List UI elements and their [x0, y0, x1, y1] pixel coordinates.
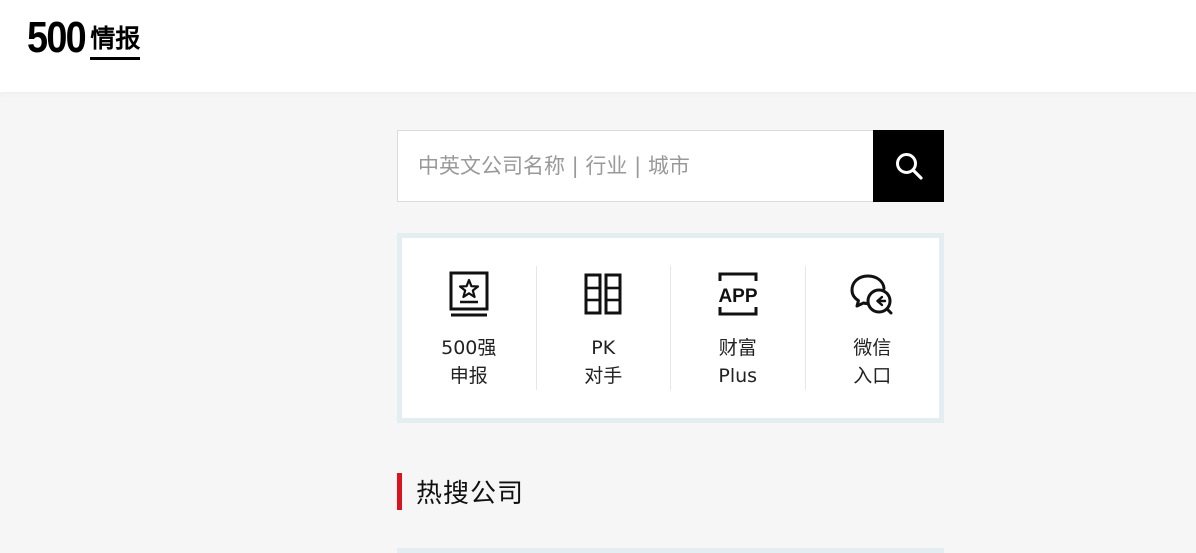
logo-text: 情报	[90, 25, 141, 60]
quick-link-app[interactable]: APP 财富 Plus	[671, 266, 806, 390]
search-button[interactable]	[873, 130, 944, 202]
quick-link-label: 财富 Plus	[718, 337, 758, 387]
site-logo[interactable]: 500 情报	[27, 13, 141, 62]
hot-search-title: 热搜公司	[416, 479, 525, 509]
quick-link-label: 微信 入口	[853, 337, 892, 387]
search-icon	[895, 153, 923, 180]
hot-search-heading: 热搜公司	[397, 473, 524, 510]
search-bar	[397, 130, 944, 202]
app-icon: APP	[715, 269, 761, 319]
quick-link-label: 500强 申报	[441, 337, 497, 387]
quick-link-pk[interactable]: PK 对手	[537, 266, 671, 390]
compare-icon	[580, 269, 626, 319]
quick-link-label: PK 对手	[584, 337, 623, 387]
quick-links-panel: 500强 申报 PK 对手 APP 财富 Plus 微信 入口	[397, 233, 944, 423]
hot-search-list	[397, 548, 944, 553]
accent-bar	[397, 473, 402, 510]
search-input[interactable]	[397, 130, 873, 202]
ranking-report-icon	[446, 269, 492, 319]
quick-link-500-report[interactable]: 500强 申报	[402, 266, 537, 390]
svg-text:APP: APP	[718, 286, 757, 307]
wechat-icon	[849, 269, 895, 319]
logo-number: 500	[27, 13, 87, 62]
site-header: 500 情报	[0, 0, 1196, 92]
quick-link-wechat[interactable]: 微信 入口	[806, 266, 940, 390]
